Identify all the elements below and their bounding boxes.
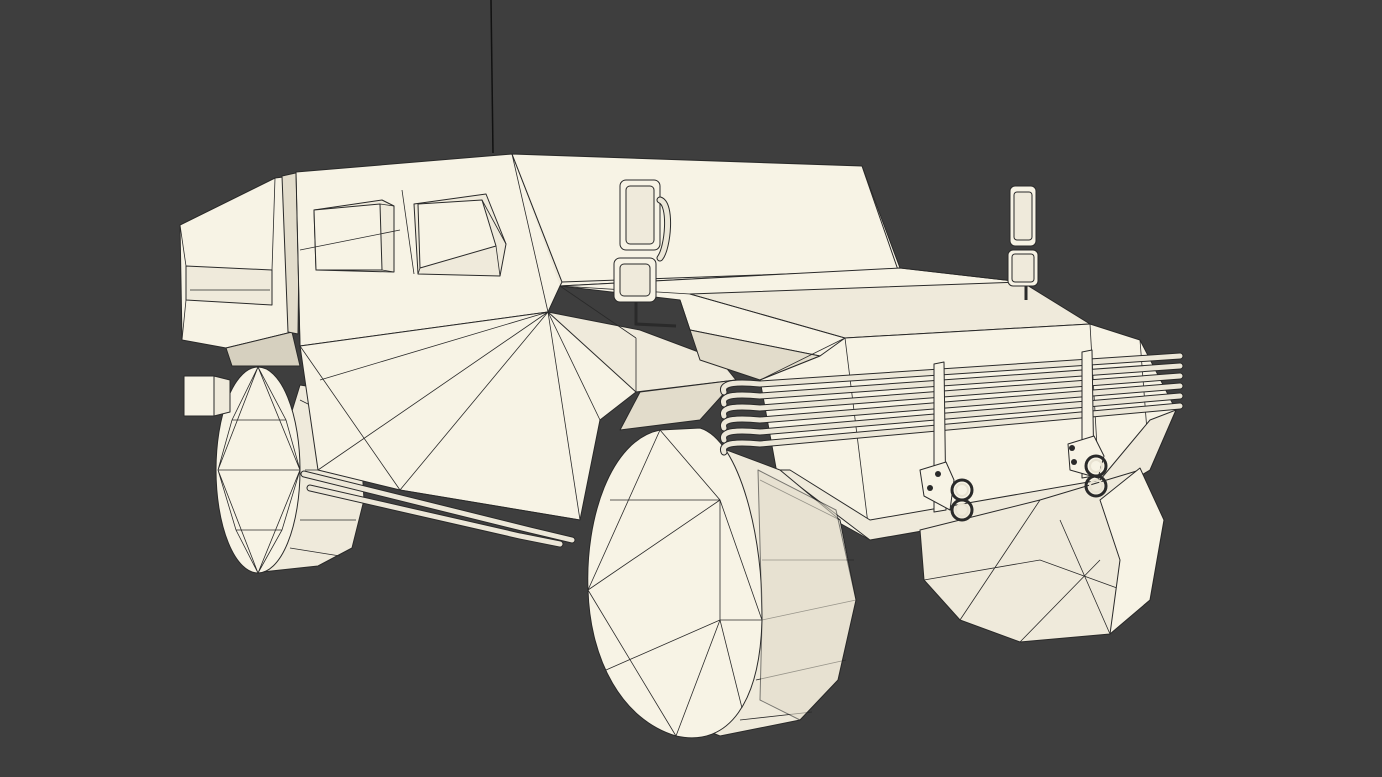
antenna	[490, 0, 494, 154]
3d-viewport[interactable]	[0, 0, 1382, 777]
vehicle-model[interactable]	[179, 153, 1184, 739]
mirror-right	[1007, 185, 1039, 300]
